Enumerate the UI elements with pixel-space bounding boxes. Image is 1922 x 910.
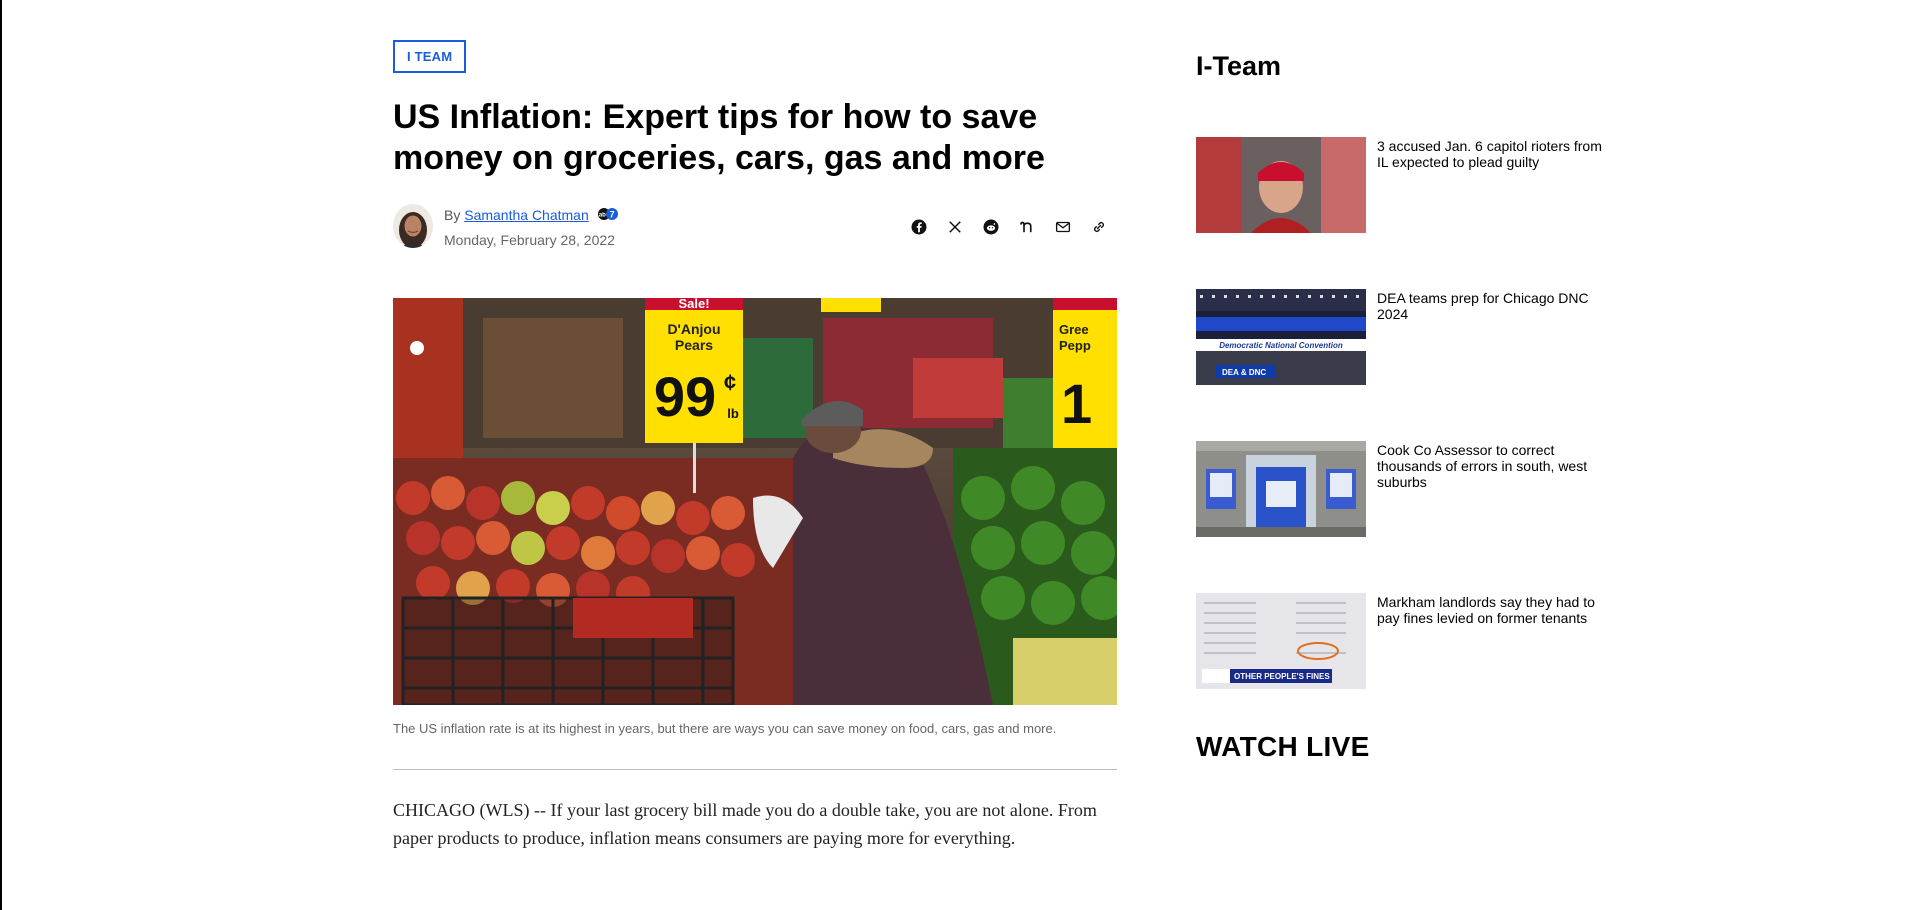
sidebar-story[interactable]: OTHER PEOPLE'S FINES Markham landlords s… — [1196, 593, 1616, 689]
publish-date: Monday, February 28, 2022 — [444, 232, 615, 248]
section-tag[interactable]: I TEAM — [393, 40, 467, 73]
sidebar-story[interactable]: Cook Co Assessor to correct thousands of… — [1196, 441, 1616, 537]
byline-prefix: By — [444, 207, 461, 223]
sign-cents-text: ¢ — [724, 370, 736, 395]
sidebar-story[interactable]: 3 accused Jan. 6 capitol rioters from IL… — [1196, 137, 1616, 233]
byline-author: By Samantha Chatman abc 7 — [444, 206, 619, 225]
window-edge — [0, 0, 2, 910]
sign-sale-text: Sale! — [678, 298, 709, 311]
story-title[interactable]: DEA teams prep for Chicago DNC 2024 — [1377, 290, 1607, 322]
email-icon[interactable] — [1045, 216, 1081, 238]
story-title[interactable]: Markham landlords say they had to pay fi… — [1377, 594, 1607, 626]
watch-live-heading[interactable]: WATCH LIVE — [1196, 730, 1370, 764]
sign-price-text: 99 — [654, 365, 716, 428]
sign-unit-text: lb — [727, 406, 739, 421]
sidebar-title: I-Team — [1196, 51, 1282, 81]
author-avatar[interactable] — [393, 204, 433, 248]
story-thumbnail[interactable]: Democratic National Convention DEA & DNC — [1196, 289, 1366, 385]
author-link[interactable]: Samantha Chatman — [464, 207, 589, 223]
right-sign-price: 1 — [1061, 372, 1092, 435]
hero-caption: The US inflation rate is at its highest … — [393, 721, 1057, 736]
hero-image[interactable]: Sale! D'Anjou Pears 99 ¢ lb Gree Pepp 1 — [393, 298, 1117, 705]
thumb-tag-text: OTHER PEOPLE'S FINES — [1234, 672, 1330, 681]
story-thumbnail[interactable] — [1196, 137, 1366, 233]
story-thumbnail[interactable]: OTHER PEOPLE'S FINES — [1196, 593, 1366, 689]
link-icon[interactable] — [1081, 216, 1117, 238]
story-thumbnail[interactable] — [1196, 441, 1366, 537]
headline: US Inflation: Expert tips for how to sav… — [393, 98, 1045, 177]
byline: By Samantha Chatman abc 7 Monday, Februa… — [393, 204, 1117, 248]
article-body-paragraph: CHICAGO (WLS) -- If your last grocery bi… — [393, 800, 1097, 848]
right-sign-text: Gree — [1059, 322, 1089, 337]
thumb-banner-text: Democratic National Convention — [1219, 341, 1343, 350]
thumb-tag-text: DEA & DNC — [1222, 368, 1266, 377]
sign-product-text-2: Pears — [675, 337, 713, 353]
share-bar — [901, 216, 1117, 238]
facebook-icon[interactable] — [901, 216, 937, 238]
reddit-icon[interactable] — [973, 216, 1009, 238]
svg-text:7: 7 — [609, 210, 614, 220]
right-sign-text-2: Pepp — [1059, 338, 1091, 353]
sign-product-text: D'Anjou — [667, 321, 720, 337]
abc7-logo-icon: abc 7 — [597, 207, 619, 225]
sidebar-story[interactable]: Democratic National Convention DEA & DNC… — [1196, 289, 1616, 385]
article: I TEAM US Inflation: Expert tips for how… — [393, 40, 1117, 852]
x-icon[interactable] — [937, 216, 973, 238]
sidebar: I-Team 3 accused Jan. 6 capitol rioters … — [1196, 50, 1616, 689]
story-title[interactable]: 3 accused Jan. 6 capitol rioters from IL… — [1377, 138, 1607, 170]
nextdoor-icon[interactable] — [1009, 216, 1045, 238]
divider — [393, 769, 1117, 770]
story-title[interactable]: Cook Co Assessor to correct thousands of… — [1377, 442, 1607, 490]
